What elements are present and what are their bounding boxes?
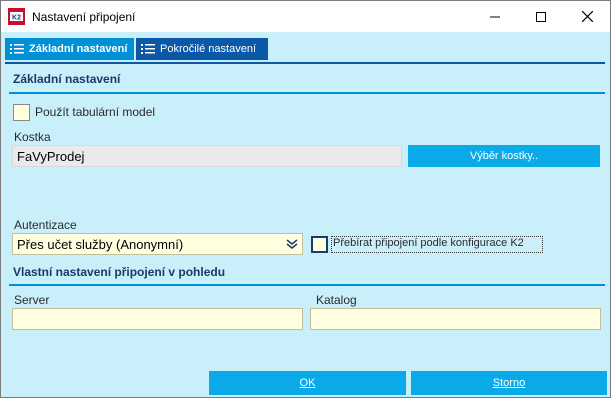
cancel-button-label: Storno: [492, 377, 526, 389]
ok-button-label: OK: [299, 377, 316, 389]
server-label: Server: [14, 293, 50, 307]
kostka-label: Kostka: [14, 130, 51, 144]
server-input[interactable]: [12, 308, 303, 330]
svg-text:K2: K2: [12, 15, 21, 22]
section-title-custom: Vlastní nastavení připojení v pohledu: [13, 265, 226, 279]
use-tabular-model-checkbox[interactable]: [13, 104, 30, 121]
minimize-button[interactable]: [472, 1, 518, 32]
maximize-icon: [536, 11, 546, 22]
take-connection-checkbox[interactable]: [311, 236, 328, 253]
katalog-label: Katalog: [316, 293, 357, 307]
katalog-input[interactable]: [310, 308, 601, 330]
section-divider: [9, 284, 605, 286]
dialog-window: K2 Nastavení připojení Základní nastaven…: [0, 0, 611, 398]
window-title: Nastavení připojení: [32, 10, 136, 24]
cancel-button[interactable]: Storno: [411, 371, 607, 395]
dialog-footer: OK Storno: [1, 363, 610, 397]
use-tabular-model-label: Použít tabulární model: [35, 105, 156, 119]
take-connection-label: Přebírat připojení podle konfigurace K2: [333, 237, 524, 249]
list-icon: [10, 44, 24, 54]
minimize-icon: [490, 16, 500, 17]
ok-button[interactable]: OK: [209, 371, 406, 395]
tab-content-panel: Základní nastavení Použít tabulární mode…: [5, 62, 605, 364]
list-icon: [141, 44, 155, 54]
close-icon: [581, 11, 593, 22]
kostka-field[interactable]: FaVyProdej: [12, 145, 402, 167]
close-button[interactable]: [564, 1, 610, 32]
tab-basic-settings[interactable]: Základní nastavení: [5, 38, 134, 60]
maximize-button[interactable]: [518, 1, 564, 32]
select-cube-button[interactable]: Výběr kostky..: [408, 145, 600, 167]
k2-app-icon: K2: [8, 8, 25, 25]
auth-combobox[interactable]: Přes učet služby (Anonymní): [12, 233, 303, 255]
tab-label: Základní nastavení: [29, 43, 128, 55]
auth-label: Autentizace: [14, 218, 77, 232]
section-title-basic: Základní nastavení: [13, 72, 121, 86]
tab-advanced-settings[interactable]: Pokročilé nastavení: [136, 38, 268, 60]
auth-combobox-value: Přes učet služby (Anonymní): [17, 237, 184, 252]
tab-strip: Základní nastavení Pokročilé nastavení: [1, 32, 610, 62]
title-bar: K2 Nastavení připojení: [1, 1, 610, 32]
double-chevron-down-icon: [286, 239, 298, 249]
section-divider: [9, 92, 605, 94]
tab-label: Pokročilé nastavení: [160, 43, 256, 55]
